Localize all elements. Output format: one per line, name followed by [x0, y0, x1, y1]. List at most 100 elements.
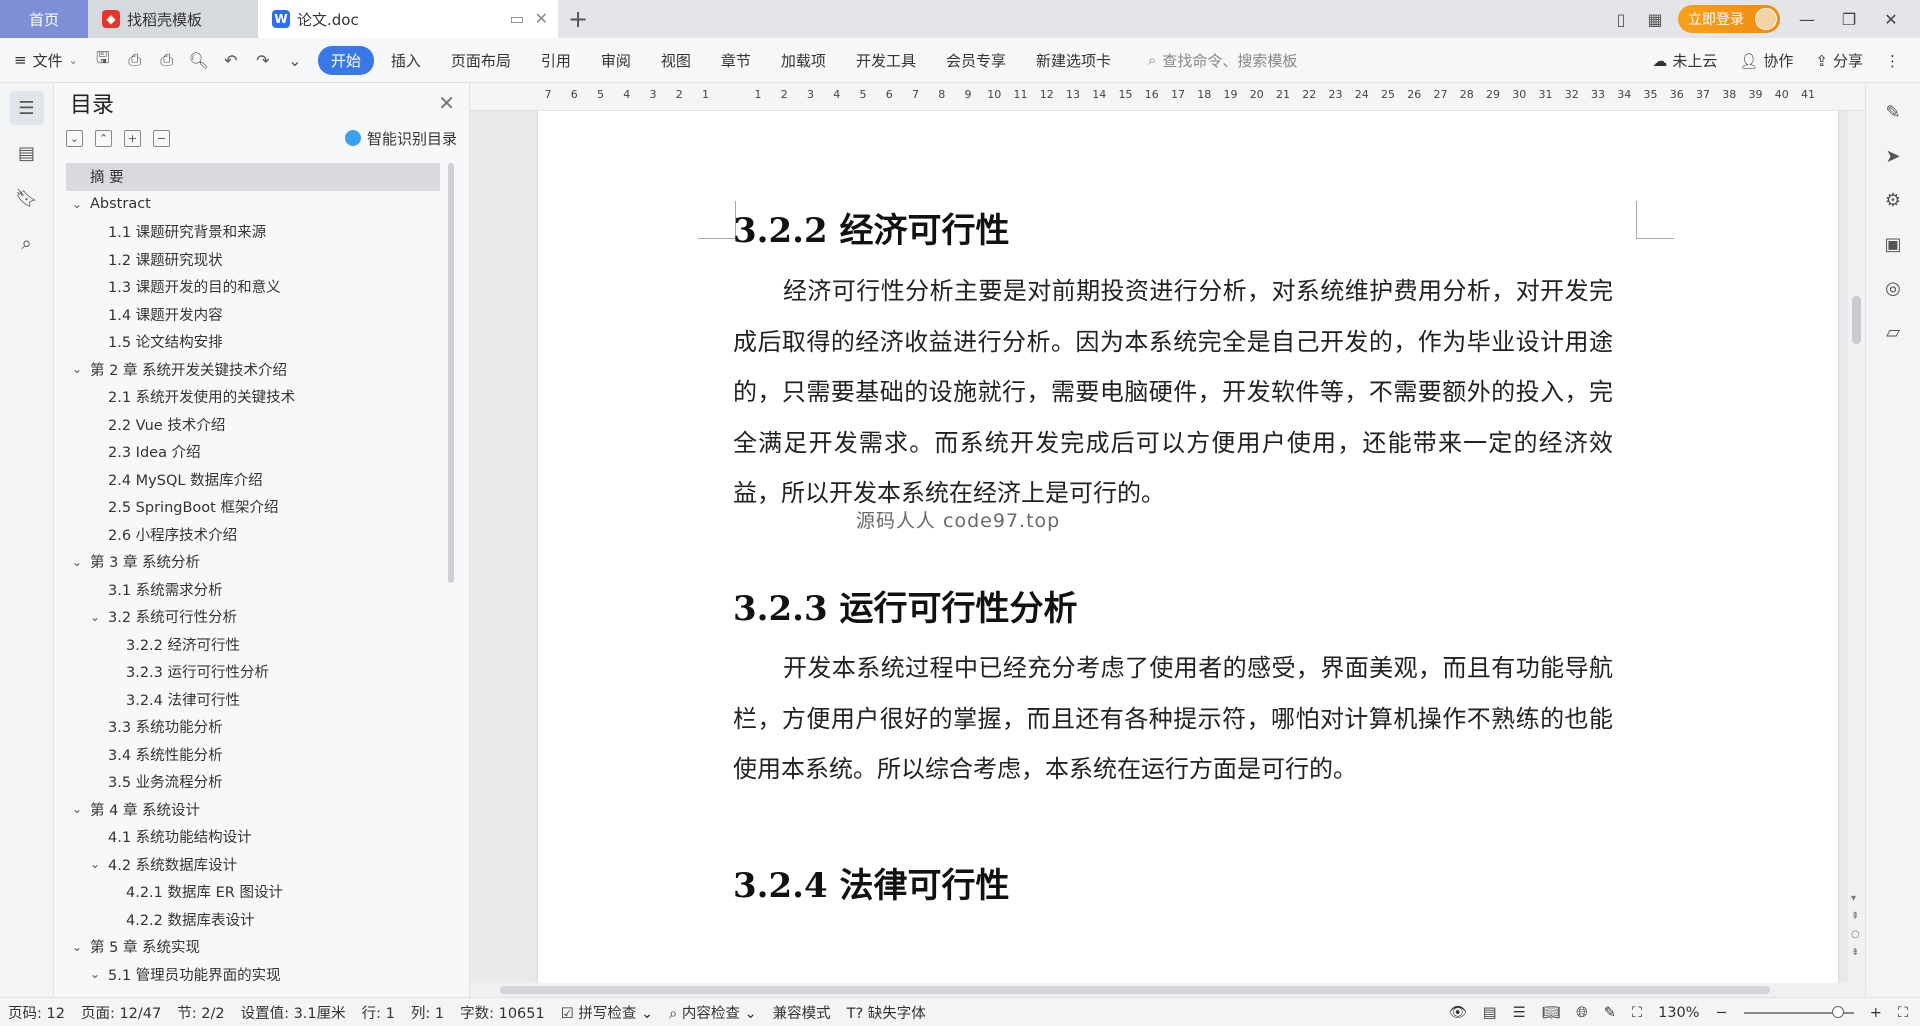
login-button[interactable]: 立即登录 [1678, 5, 1780, 33]
float-window-icon[interactable]: ▭ [509, 9, 524, 28]
close-tab-icon[interactable]: ✕ [535, 9, 548, 28]
collapse-one-icon[interactable]: ⌄ [66, 129, 83, 147]
remove-level-icon[interactable]: − [153, 129, 170, 147]
save-icon[interactable]: 🖫 [92, 47, 114, 74]
toc-item[interactable]: ⌄ 5.1 管理员功能界面的实现 [66, 961, 440, 989]
new-tab-button[interactable]: + [558, 0, 598, 38]
select-cursor-icon[interactable]: ➤ [1878, 141, 1908, 171]
zoom-slider[interactable] [1743, 1005, 1854, 1018]
chevron-down-icon[interactable]: ⌄ [88, 967, 102, 981]
toc-item[interactable]: 4.2.1 数据库 ER 图设计 [66, 878, 440, 906]
menu-item-2[interactable]: 页面布局 [438, 46, 524, 75]
chevron-down-icon[interactable]: ⌄ [88, 610, 102, 624]
web-view-icon[interactable]: 🌐︎ [1576, 1005, 1588, 1021]
menu-item-10[interactable]: 新建选项卡 [1023, 46, 1124, 75]
toc-item[interactable]: 摘 要 [66, 163, 440, 191]
chevron-down-icon[interactable]: ⌄ [70, 555, 84, 569]
chevron-down-icon[interactable]: ⌄ [70, 802, 84, 816]
toc-item[interactable]: ⌄ 4.2 系统数据库设计 [66, 851, 440, 879]
toc-item[interactable]: 3.1 系统需求分析 [66, 576, 440, 604]
toc-item[interactable]: 1.5 论文结构安排 [66, 328, 440, 356]
status-page[interactable]: 页面: 12/47 [73, 1002, 169, 1023]
navigation-icon[interactable]: ▤ [10, 136, 44, 170]
restore-icon[interactable]: ❐ [1834, 10, 1864, 29]
outline-view-icon[interactable]: ☰ [1513, 1005, 1526, 1021]
compat-mode[interactable]: 兼容模式 [765, 1002, 839, 1023]
fit-page-icon[interactable]: ⛶ [1632, 1005, 1642, 1021]
horizontal-scrollbar[interactable] [470, 983, 1865, 997]
tab-template[interactable]: ◆ 找稻壳模板 [88, 0, 258, 38]
find-icon[interactable]: ⌕ [10, 226, 44, 260]
toc-item[interactable]: 3.3 系统功能分析 [66, 713, 440, 741]
horizontal-ruler[interactable]: 7 6 5 4 3 2 1 1 2 3 4 5 6 7 8 9 10 11 12 13 14 15 16 17 18 19 20 21… [470, 83, 1865, 111]
fullscreen-icon[interactable]: ⛶ [1898, 1005, 1908, 1021]
toc-item[interactable]: 2.6 小程序技术介绍 [66, 521, 440, 549]
pen-icon[interactable]: ✎ [1878, 97, 1908, 127]
toc-item[interactable]: 1.1 课题研究背景和来源 [66, 218, 440, 246]
minimize-icon[interactable]: — [1792, 10, 1822, 29]
prev-page-icon[interactable]: ⇞ [1851, 911, 1859, 922]
toc-item[interactable]: 3.2.3 运行可行性分析 [66, 658, 440, 686]
menu-item-5[interactable]: 视图 [648, 46, 704, 75]
toc-item[interactable]: 2.5 SpringBoot 框架介绍 [66, 493, 440, 521]
content-check-button[interactable]: ⌕ 内容检查 ⌄ [661, 1002, 765, 1023]
menu-item-7[interactable]: 加载项 [768, 46, 839, 75]
adjust-icon[interactable]: ⚙ [1878, 185, 1908, 215]
select-browse-icon[interactable]: ○ [1851, 929, 1860, 940]
chevron-down-icon[interactable]: ⌄ [70, 362, 84, 376]
status-setting[interactable]: 设置值: 3.1厘米 [233, 1002, 354, 1023]
command-search[interactable]: ⌕ 查找命令、搜索模板 [1148, 50, 1297, 71]
spell-check-button[interactable]: ☑ 拼写检查 ⌄ [553, 1002, 661, 1023]
share-button[interactable]: ⇪ 分享 [1815, 50, 1863, 71]
vertical-scrollbar[interactable]: ▾ ⇞ ○ ⇟ [1848, 111, 1865, 983]
bookmark-icon[interactable]: 🔖︎ [10, 181, 44, 215]
write-view-icon[interactable]: ✎ [1604, 1005, 1616, 1021]
collab-button[interactable]: 👤︎ 协作 [1739, 50, 1793, 71]
toc-item[interactable]: 1.4 课题开发内容 [66, 301, 440, 329]
toc-item[interactable]: ⌄ 第 4 章 系统设计 [66, 796, 440, 824]
print-icon[interactable]: ⎙ [156, 50, 178, 70]
toc-item[interactable]: 2.1 系统开发使用的关键技术 [66, 383, 440, 411]
toc-scrollbar[interactable] [448, 163, 454, 583]
apps-grid-icon[interactable]: ▦ [1644, 8, 1666, 30]
menu-item-4[interactable]: 审阅 [588, 46, 644, 75]
next-page-icon[interactable]: ⇟ [1851, 947, 1859, 958]
toc-item[interactable]: 4.1 系统功能结构设计 [66, 823, 440, 851]
zoom-in-icon[interactable]: + [1870, 1005, 1882, 1021]
undo-icon[interactable]: ↶ [220, 51, 242, 70]
toc-item[interactable]: 1.2 课题研究现状 [66, 246, 440, 274]
toc-item[interactable]: 4.2.2 数据库表设计 [66, 906, 440, 934]
print-preview-icon[interactable]: 🔍︎ [188, 51, 210, 70]
export-pdf-icon[interactable]: ⎙ [124, 50, 146, 70]
toc-item[interactable]: 3.4 系统性能分析 [66, 741, 440, 769]
toc-item[interactable]: 1.3 课题开发的目的和意义 [66, 273, 440, 301]
page-view-icon[interactable]: ▤ [1483, 1005, 1497, 1021]
toc-item[interactable]: ⌄ 3.2 系统可行性分析 [66, 603, 440, 631]
smart-toc-button[interactable]: 智能识别目录 [344, 128, 457, 149]
reading-icon[interactable]: ▱ [1878, 317, 1908, 347]
menu-item-3[interactable]: 引用 [528, 46, 584, 75]
cloud-status[interactable]: ☁ 未上云 [1652, 50, 1717, 71]
scroll-down-icon[interactable]: ▾ [1851, 893, 1856, 904]
zoom-level[interactable]: 130% [1658, 1005, 1699, 1021]
chevron-down-icon[interactable]: ⌄ [88, 857, 102, 871]
menu-item-8[interactable]: 开发工具 [843, 46, 929, 75]
zoom-out-icon[interactable]: − [1716, 1005, 1728, 1021]
menu-item-6[interactable]: 章节 [708, 46, 764, 75]
tab-home[interactable]: 首页 [0, 0, 88, 38]
toc-item[interactable]: ⌄ 第 5 章 系统实现 [66, 933, 440, 961]
menu-item-1[interactable]: 插入 [378, 46, 434, 75]
status-section[interactable]: 节: 2/2 [169, 1002, 232, 1023]
close-window-icon[interactable]: ✕ [1876, 10, 1906, 29]
layout-switch-icon[interactable]: ▯ [1610, 8, 1632, 30]
toc-item[interactable]: ⌄ 第 3 章 系统分析 [66, 548, 440, 576]
eye-protect-icon[interactable]: 👁︎ [1449, 1004, 1467, 1021]
chevron-down-icon[interactable]: ⌄ [70, 940, 84, 954]
document-page[interactable]: 3.2.2 经济可行性 经济可行性分析主要是对前期投资进行分析，对系统维护费用分… [538, 111, 1838, 983]
toc-item[interactable]: 2.4 MySQL 数据库介绍 [66, 466, 440, 494]
toc-item[interactable]: 3.2.4 法律可行性 [66, 686, 440, 714]
chevron-down-icon[interactable]: ⌄ [70, 197, 84, 211]
menu-item-0[interactable]: 开始 [317, 45, 374, 75]
menu-item-9[interactable]: 会员专享 [933, 46, 1019, 75]
add-level-icon[interactable]: + [124, 129, 141, 147]
